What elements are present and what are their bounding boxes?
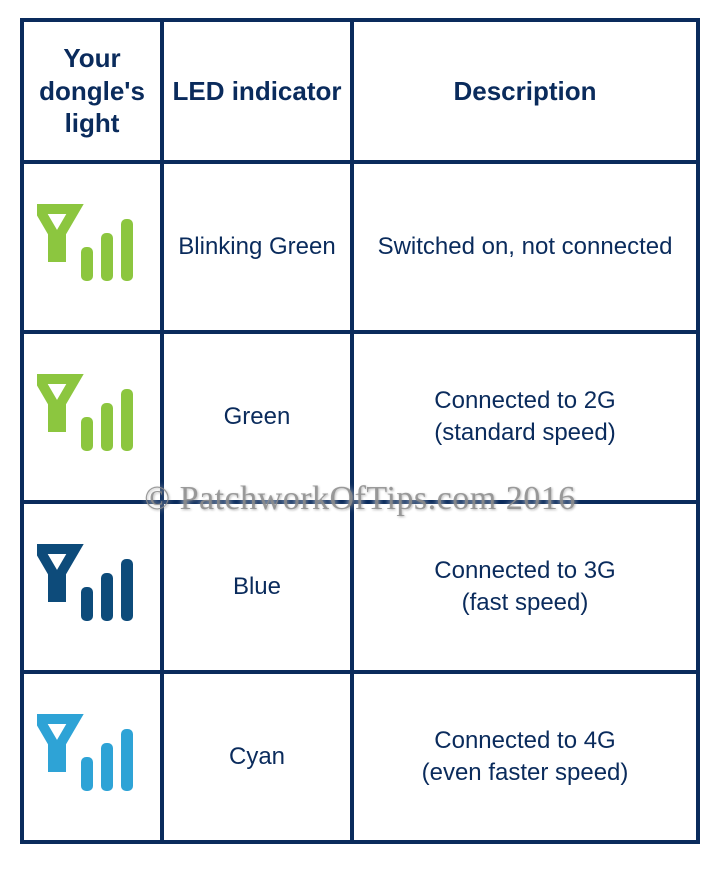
table-row: Green Connected to 2G (standard speed): [22, 332, 698, 502]
led-indicator-table: Your dongle's light LED indicator Descri…: [20, 18, 700, 844]
table-row: Blue Connected to 3G (fast speed): [22, 502, 698, 672]
cell-description: Switched on, not connected: [352, 162, 698, 332]
cell-led: Cyan: [162, 672, 352, 842]
signal-icon: [37, 776, 147, 803]
cell-description: Connected to 3G (fast speed): [352, 502, 698, 672]
desc-line1: Connected to 4G: [360, 725, 690, 756]
header-dongle-light: Your dongle's light: [22, 20, 162, 162]
cell-description: Connected to 4G (even faster speed): [352, 672, 698, 842]
desc-line2: (standard speed): [360, 417, 690, 448]
cell-icon: [22, 502, 162, 672]
cell-led: Blinking Green: [162, 162, 352, 332]
desc-line1: Connected to 3G: [360, 555, 690, 586]
cell-description: Connected to 2G (standard speed): [352, 332, 698, 502]
desc-line1: Switched on, not connected: [360, 231, 690, 262]
desc-line2: (fast speed): [360, 587, 690, 618]
header-description: Description: [352, 20, 698, 162]
table-row: Cyan Connected to 4G (even faster speed): [22, 672, 698, 842]
signal-icon: [37, 606, 147, 633]
header-led-indicator: LED indicator: [162, 20, 352, 162]
table-row: Blinking Green Switched on, not connecte…: [22, 162, 698, 332]
led-indicator-table-wrapper: Your dongle's light LED indicator Descri…: [0, 0, 720, 862]
cell-icon: [22, 162, 162, 332]
cell-icon: [22, 672, 162, 842]
signal-icon: [37, 436, 147, 463]
signal-icon: [37, 266, 147, 293]
desc-line2: (even faster speed): [360, 757, 690, 788]
cell-led: Blue: [162, 502, 352, 672]
table-header-row: Your dongle's light LED indicator Descri…: [22, 20, 698, 162]
cell-led: Green: [162, 332, 352, 502]
desc-line1: Connected to 2G: [360, 385, 690, 416]
cell-icon: [22, 332, 162, 502]
